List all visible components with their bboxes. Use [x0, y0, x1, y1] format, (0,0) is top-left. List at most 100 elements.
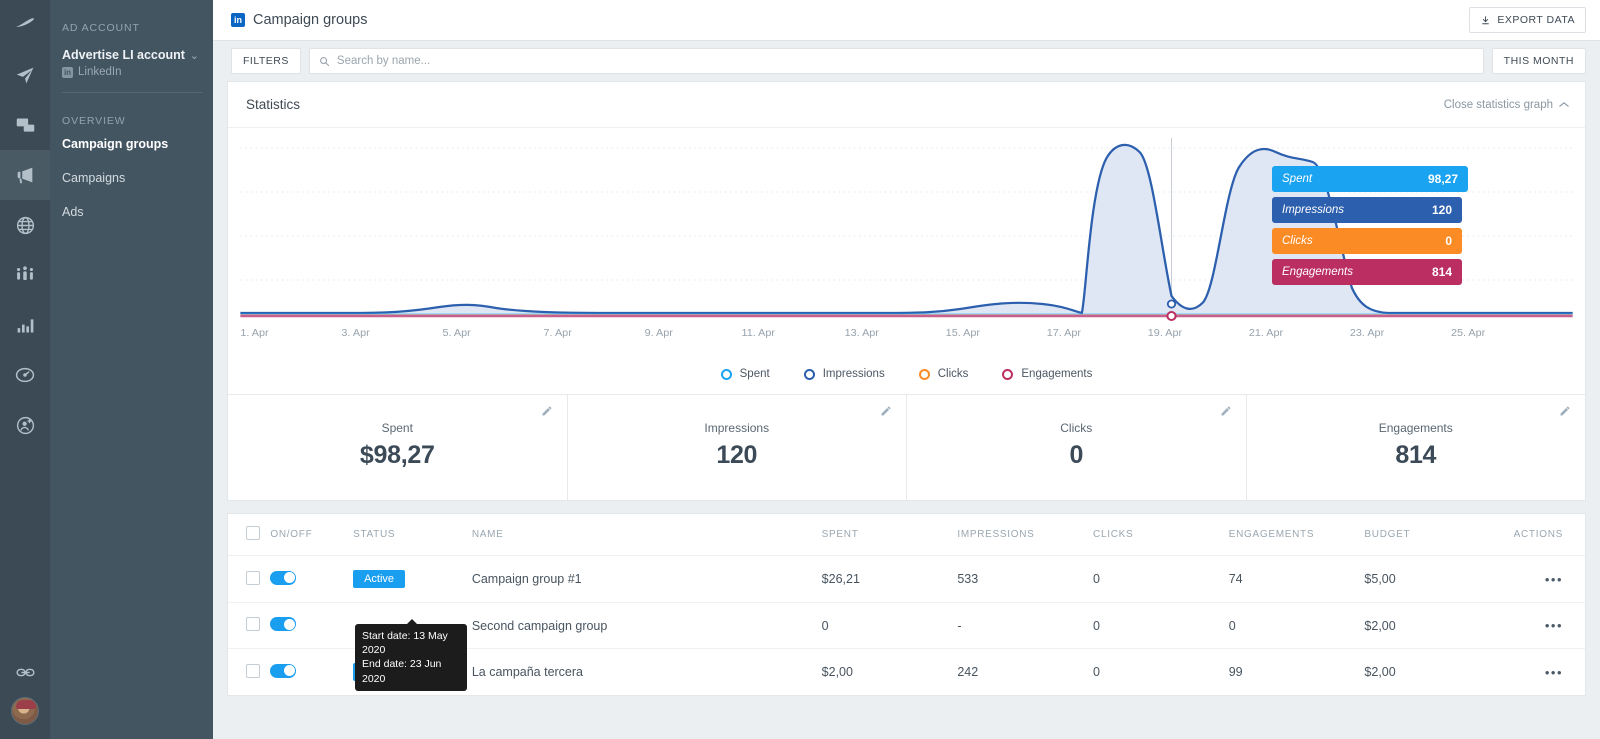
people-icon[interactable] — [0, 250, 50, 300]
overview-section-label: OVERVIEW — [62, 115, 126, 127]
gauge-icon[interactable] — [0, 350, 50, 400]
kpi-value-spent: $98,27 — [359, 441, 435, 469]
row-budget: $2,00 — [1364, 602, 1501, 649]
edit-pencil-icon[interactable] — [880, 405, 892, 417]
megaphone-icon[interactable] — [0, 150, 50, 200]
row-select-cell — [228, 649, 270, 696]
edit-pencil-icon[interactable] — [1559, 405, 1571, 417]
svg-text:5. Apr: 5. Apr — [442, 327, 471, 339]
globe-icon[interactable] — [0, 200, 50, 250]
account-selector[interactable]: Advertise LI account ⌄ in LinkedIn — [50, 34, 213, 78]
filters-button[interactable]: FILTERS — [231, 48, 301, 74]
search-input[interactable] — [336, 55, 1474, 67]
legend-item-spent[interactable]: Spent — [720, 368, 770, 380]
sidebar-item-ads[interactable]: Ads — [50, 195, 213, 229]
sidebar: AD ACCOUNT Advertise LI account ⌄ in Lin… — [50, 0, 213, 739]
kpi-label-spent: Spent — [381, 421, 413, 435]
kpi-label-clicks: Clicks — [1060, 421, 1093, 435]
column-header-clicks: CLICKS — [1093, 514, 1229, 556]
chevron-down-icon[interactable]: ⌄ — [190, 49, 203, 62]
search-box[interactable] — [308, 48, 1484, 74]
link-icon[interactable] — [0, 647, 50, 697]
edit-pencil-icon[interactable] — [541, 405, 553, 417]
row-impressions: - — [957, 602, 1094, 649]
table-header-row: ON/OFF STATUS NAME SPENT IMPRESSIONS CLI… — [228, 514, 1585, 556]
status-badge[interactable]: Active — [353, 570, 406, 588]
tooltip-spent-label: Spent — [1282, 173, 1313, 185]
kpi-card-engagements: Engagements 814 — [1247, 395, 1586, 500]
icon-rail — [0, 0, 50, 739]
tooltip-spent-value: 98,27 — [1427, 172, 1458, 186]
edit-pencil-icon[interactable] — [1220, 405, 1232, 417]
row-clicks: 0 — [1093, 602, 1229, 649]
legend-marker-impressions — [803, 368, 815, 380]
column-header-actions: ACTIONS — [1500, 514, 1585, 556]
row-onoff-cell — [270, 555, 354, 603]
status-date-tooltip: Start date: 13 May 2020 End date: 23 Jun… — [355, 619, 467, 691]
tooltip-engagements-value: 814 — [1431, 265, 1452, 279]
row-toggle[interactable] — [270, 663, 297, 678]
row-toggle[interactable] — [270, 570, 297, 585]
kpi-value-impressions: 120 — [716, 441, 758, 469]
chart-legend: Spent Impressions Clicks Engagements — [228, 360, 1585, 394]
sidebar-item-campaigns[interactable]: Campaigns — [50, 161, 213, 195]
row-actions-menu-icon[interactable]: ••• — [1545, 572, 1563, 587]
chat-icon[interactable] — [0, 100, 50, 150]
legend-item-clicks[interactable]: Clicks — [918, 368, 968, 380]
row-spent: $26,21 — [821, 555, 958, 603]
add-user-icon[interactable] — [0, 400, 50, 450]
kpi-card-clicks: Clicks 0 — [907, 395, 1247, 500]
date-range-button[interactable]: THIS MONTH — [1491, 48, 1586, 74]
row-select-cell — [228, 555, 271, 603]
kpi-value-engagements: 814 — [1395, 441, 1437, 469]
svg-text:19. Apr: 19. Apr — [1148, 327, 1183, 339]
row-name[interactable]: La campaña tercera — [472, 649, 822, 696]
tooltip-impressions-label: Impressions — [1282, 204, 1344, 216]
statistics-chart: 1. Apr 3. Apr 5. Apr 7. Apr 9. Apr 11. A… — [228, 128, 1585, 360]
kpi-card-spent: Spent $98,27 — [228, 395, 568, 500]
statistics-header: Statistics Close statistics graph — [228, 82, 1585, 128]
swoosh-logo-icon[interactable] — [0, 0, 50, 50]
account-platform-label: LinkedIn — [78, 66, 122, 78]
sidebar-item-campaign-groups[interactable]: Campaign groups — [50, 127, 213, 161]
statistics-card: Statistics Close statistics graph 1. Apr… — [227, 81, 1586, 501]
kpi-row: Spent $98,27 Impressions 120 Clicks 0 En… — [228, 394, 1585, 500]
app-root: AD ACCOUNT Advertise LI account ⌄ in Lin… — [0, 0, 1600, 739]
row-clicks: 0 — [1093, 665, 1100, 679]
row-spent: 0 — [821, 602, 958, 649]
kpi-label-impressions: Impressions — [704, 421, 770, 435]
row-name[interactable]: Second campaign group — [471, 602, 822, 649]
export-data-button[interactable]: EXPORT DATA — [1469, 7, 1586, 33]
table-row[interactable]: Active Campaign group #1 $26,21 533 0 74… — [228, 555, 1585, 603]
legend-marker-engagements — [1002, 368, 1014, 380]
account-name: Advertise LI account — [62, 48, 185, 62]
row-actions-menu-icon[interactable]: ••• — [1545, 618, 1563, 633]
bar-chart-icon[interactable] — [0, 300, 50, 350]
account-platform: in LinkedIn — [62, 66, 203, 78]
linkedin-logo-icon: in — [231, 13, 245, 27]
linkedin-icon: in — [62, 66, 73, 78]
kpi-value-clicks: 0 — [1069, 441, 1084, 469]
tooltip-clicks-label: Clicks — [1282, 235, 1313, 247]
tooltip-start-date: Start date: 13 May 2020 — [362, 630, 448, 657]
column-header-name: NAME — [471, 514, 822, 556]
legend-item-engagements[interactable]: Engagements — [1002, 368, 1092, 380]
close-statistics-graph-button[interactable]: Close statistics graph — [1444, 99, 1569, 111]
send-icon[interactable] — [0, 50, 50, 100]
row-checkbox[interactable] — [246, 617, 260, 631]
legend-item-impressions[interactable]: Impressions — [803, 368, 885, 380]
kpi-card-impressions: Impressions 120 — [568, 395, 907, 500]
row-checkbox[interactable] — [246, 570, 260, 585]
user-avatar[interactable] — [11, 697, 39, 725]
filter-bar: FILTERS THIS MONTH — [213, 41, 1600, 81]
row-actions-menu-icon[interactable]: ••• — [1545, 665, 1563, 680]
row-engagements: 74 — [1228, 555, 1365, 603]
row-actions-cell: ••• — [1500, 555, 1585, 603]
tooltip-impressions-value: 120 — [1431, 203, 1452, 217]
row-checkbox[interactable] — [246, 663, 260, 678]
row-name[interactable]: Campaign group #1 — [471, 555, 822, 603]
svg-text:1. Apr: 1. Apr — [240, 327, 269, 339]
export-data-label: EXPORT DATA — [1497, 14, 1575, 26]
select-all-checkbox[interactable] — [246, 526, 260, 540]
row-toggle[interactable] — [270, 617, 297, 631]
